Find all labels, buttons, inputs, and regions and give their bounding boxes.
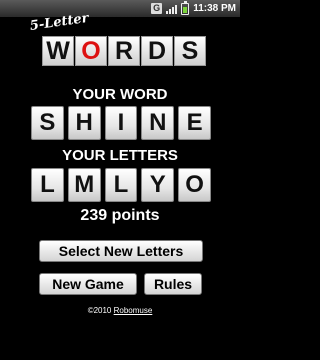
your-word-heading: YOUR WORD (72, 86, 168, 103)
logo-tile: O (75, 36, 107, 66)
footer: ©2010 Robomuse (0, 306, 240, 315)
logo-tile: W (42, 36, 74, 66)
your-word-tiles: S H I N E (31, 106, 211, 140)
logo-tile: R (108, 36, 140, 66)
select-new-letters-button[interactable]: Select New Letters (39, 240, 203, 262)
gmail-notification-icon: G (151, 3, 163, 14)
word-letter-tile: H (67, 106, 101, 140)
word-letter-tile: I (104, 106, 138, 140)
your-letters-tiles: L M L Y O (31, 168, 211, 202)
letter-tile[interactable]: O (178, 168, 211, 202)
app-logo: 5-Letter W O R D S (28, 11, 212, 69)
rules-button[interactable]: Rules (144, 273, 202, 295)
letter-tile[interactable]: M (67, 168, 101, 202)
status-bar: G 11:38 PM (0, 0, 240, 17)
word-letter-tile: E (178, 106, 211, 140)
word-letter-tile: S (31, 106, 64, 140)
letter-tile[interactable]: L (31, 168, 64, 202)
copyright-text: ©2010 (87, 306, 112, 315)
letter-tile[interactable]: L (104, 168, 138, 202)
points-display: 239 points (80, 207, 160, 224)
your-letters-heading: YOUR LETTERS (62, 147, 178, 164)
logo-tile: D (141, 36, 173, 66)
word-letter-tile: N (141, 106, 175, 140)
logo-tiles: W O R D S (42, 36, 206, 66)
robomuse-link[interactable]: Robomuse (114, 306, 153, 315)
signal-strength-icon (166, 3, 178, 14)
new-game-button[interactable]: New Game (39, 273, 137, 295)
logo-tile: S (174, 36, 206, 66)
letter-tile[interactable]: Y (141, 168, 175, 202)
status-time: 11:38 PM (193, 3, 236, 14)
battery-icon (181, 0, 190, 15)
